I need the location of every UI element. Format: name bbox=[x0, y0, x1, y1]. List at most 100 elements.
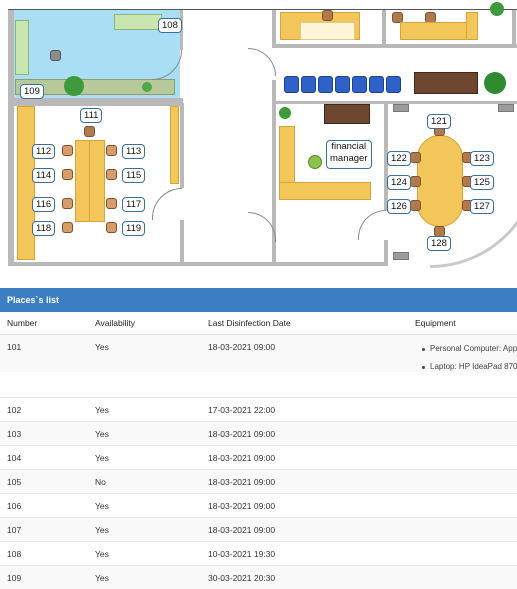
chair-115 bbox=[106, 169, 117, 180]
office-right-wall bbox=[512, 10, 516, 45]
places-list-title: Places`s list bbox=[0, 288, 517, 312]
place-tag-126[interactable]: 126 bbox=[387, 199, 411, 214]
cell-number: 104 bbox=[7, 453, 22, 463]
cell-number: 101 bbox=[7, 342, 22, 352]
cell-availability: Yes bbox=[95, 405, 109, 415]
manager-bookshelf bbox=[324, 104, 370, 124]
table-row[interactable]: 107 Yes 18-03-2021 09:00 bbox=[0, 517, 517, 541]
cell-availability: Yes bbox=[95, 525, 109, 535]
room-a-left-shelf bbox=[17, 106, 35, 260]
cell-disinfection-date: 30-03-2021 20:30 bbox=[208, 573, 276, 583]
blue-room-desk-left bbox=[15, 20, 29, 75]
chair-124 bbox=[410, 176, 421, 187]
meeting-shelf-top bbox=[393, 104, 409, 112]
table-row[interactable]: 101 Yes 18-03-2021 09:00 Personal Comput… bbox=[0, 334, 517, 372]
hall-plant bbox=[484, 72, 506, 94]
conference-table-right bbox=[75, 140, 90, 222]
cell-disinfection-date: 18-03-2021 09:00 bbox=[208, 453, 276, 463]
blue-room-desk-top bbox=[114, 14, 162, 30]
manager-room-bottom-wall bbox=[272, 262, 388, 266]
place-tag-115[interactable]: 115 bbox=[122, 168, 146, 183]
place-tag-122[interactable]: 122 bbox=[387, 151, 411, 166]
cell-availability: Yes bbox=[95, 342, 109, 352]
chair-126 bbox=[410, 200, 421, 211]
financial-manager-label-line1: financial bbox=[331, 141, 367, 152]
column-header-number[interactable]: Number bbox=[7, 312, 37, 334]
chair-114 bbox=[62, 169, 73, 180]
door-arc-room-a bbox=[152, 188, 182, 220]
place-tag-113[interactable]: 113 bbox=[122, 144, 146, 159]
table-row[interactable]: 105 No 18-03-2021 09:00 bbox=[0, 469, 517, 493]
meeting-shelf-top-right bbox=[498, 104, 514, 112]
cell-availability: Yes bbox=[95, 549, 109, 559]
table-row[interactable]: 108 Yes 10-03-2021 19:30 bbox=[0, 541, 517, 565]
manager-chair bbox=[308, 155, 322, 169]
place-tag-121[interactable]: 121 bbox=[427, 114, 451, 129]
place-tag-119[interactable]: 119 bbox=[122, 221, 146, 236]
hall-seat-3 bbox=[318, 76, 333, 93]
financial-manager-label[interactable]: financial manager bbox=[326, 140, 372, 169]
office-floor-plan: 108 109 111 112 113 114 115 116 117 118 … bbox=[0, 0, 517, 288]
column-header-availability[interactable]: Availability bbox=[95, 312, 135, 334]
office-2-desk bbox=[400, 22, 470, 40]
hall-seat-7 bbox=[386, 76, 401, 93]
blue-room-plant-2 bbox=[142, 82, 152, 92]
cell-disinfection-date: 18-03-2021 09:00 bbox=[208, 501, 276, 511]
door-arc-hall bbox=[248, 48, 276, 76]
cell-availability: Yes bbox=[95, 429, 109, 439]
table-row[interactable]: 109 Yes 30-03-2021 20:30 bbox=[0, 565, 517, 589]
office-divider-1 bbox=[382, 10, 386, 46]
chair-122 bbox=[410, 152, 421, 163]
cell-disinfection-date: 17-03-2021 22:00 bbox=[208, 405, 276, 415]
column-header-disinfection-date[interactable]: Last Disinfection Date bbox=[208, 312, 291, 334]
room-a-right-shelf bbox=[170, 106, 179, 184]
chair-117 bbox=[106, 198, 117, 209]
cell-disinfection-date: 10-03-2021 19:30 bbox=[208, 549, 276, 559]
place-tag-124[interactable]: 124 bbox=[387, 175, 411, 190]
place-tag-116[interactable]: 116 bbox=[32, 197, 56, 212]
cell-number: 109 bbox=[7, 573, 22, 583]
place-tag-114[interactable]: 114 bbox=[32, 168, 56, 183]
hall-wall-vertical bbox=[272, 10, 276, 48]
place-tag-117[interactable]: 117 bbox=[122, 197, 146, 212]
chair-118 bbox=[62, 222, 73, 233]
financial-manager-label-line2: manager bbox=[330, 153, 368, 164]
blue-room-chair bbox=[50, 50, 61, 61]
place-tag-112[interactable]: 112 bbox=[32, 144, 56, 159]
meeting-shelf-bottom bbox=[393, 252, 409, 260]
hall-seat-1 bbox=[284, 76, 299, 93]
cell-number: 103 bbox=[7, 429, 22, 439]
cell-number: 102 bbox=[7, 405, 22, 415]
chair-113 bbox=[106, 145, 117, 156]
cell-availability: Yes bbox=[95, 573, 109, 583]
place-tag-109[interactable]: 109 bbox=[20, 84, 44, 99]
hall-sofa bbox=[414, 72, 478, 94]
table-row[interactable]: 103 Yes 18-03-2021 09:00 bbox=[0, 421, 517, 445]
cell-disinfection-date: 18-03-2021 09:00 bbox=[208, 525, 276, 535]
equipment-item: Laptop: HP IdeaPad 870| bbox=[420, 360, 517, 374]
office-row-bottom-wall bbox=[272, 44, 517, 48]
office-2-plant bbox=[490, 2, 504, 16]
hall-seat-5 bbox=[352, 76, 367, 93]
cell-equipment-list: Personal Computer: Appl Laptop: HP IdeaP… bbox=[420, 342, 517, 374]
cell-number: 106 bbox=[7, 501, 22, 511]
office-1-chair bbox=[322, 10, 333, 21]
cell-disinfection-date: 18-03-2021 09:00 bbox=[208, 477, 276, 487]
place-tag-108[interactable]: 108 bbox=[158, 18, 182, 33]
cell-number: 107 bbox=[7, 525, 22, 535]
manager-room-plant bbox=[279, 107, 291, 119]
room-a-bottom-wall bbox=[8, 262, 278, 266]
place-tag-118[interactable]: 118 bbox=[32, 221, 56, 236]
blue-room-plant bbox=[64, 76, 84, 96]
place-tag-111[interactable]: 111 bbox=[80, 108, 103, 123]
cell-availability: Yes bbox=[95, 453, 109, 463]
table-row[interactable]: 102 Yes 17-03-2021 22:00 bbox=[0, 397, 517, 421]
table-row[interactable]: 106 Yes 18-03-2021 09:00 bbox=[0, 493, 517, 517]
cell-number: 105 bbox=[7, 477, 22, 487]
room-a-right-wall bbox=[180, 103, 184, 188]
door-arc-meeting bbox=[358, 210, 386, 240]
meeting-room-curved-wall bbox=[430, 150, 517, 268]
room-a-left-wall bbox=[8, 103, 14, 263]
column-header-equipment[interactable]: Equipment bbox=[415, 312, 456, 334]
table-row[interactable]: 104 Yes 18-03-2021 09:00 bbox=[0, 445, 517, 469]
